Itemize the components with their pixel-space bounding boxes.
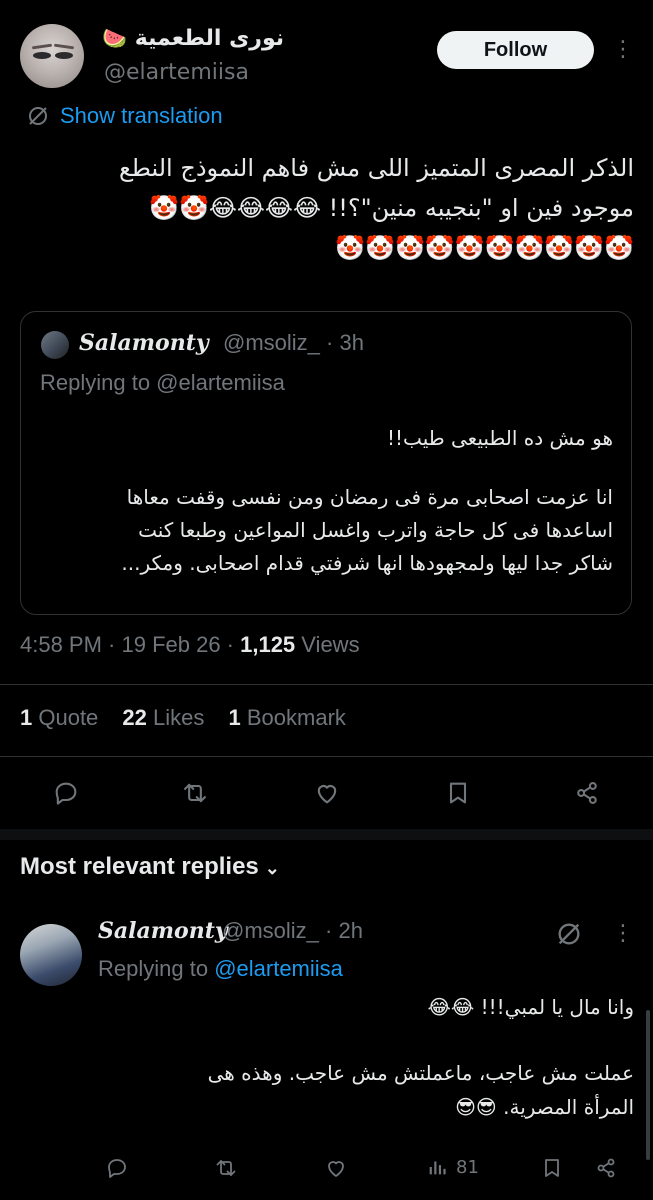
reply-share-button[interactable] (590, 1152, 622, 1184)
reply-bookmark-button[interactable] (536, 1152, 568, 1184)
reply-icon (55, 782, 77, 805)
divider (0, 684, 653, 685)
tweet-line: 🤡🤡🤡🤡🤡🤡🤡🤡🤡🤡 (335, 234, 634, 262)
replying-mention-link[interactable]: @elartemiisa (214, 956, 343, 981)
reply-line: وانا مال يا لمبي!!! 😂😂 (427, 995, 634, 1019)
translate-icon (29, 107, 47, 125)
tweet-timestamp[interactable]: 4:58 PM · 19 Feb 26 · (20, 632, 240, 657)
bookmark-icon (449, 782, 467, 804)
chevron-down-icon: ⌄ (264, 858, 280, 878)
share-icon (577, 782, 597, 804)
quoted-line: هو مش ده الطبيعى طيب!! (387, 426, 613, 450)
show-translation-label: Show translation (60, 103, 223, 128)
quoted-tweet-card[interactable]: Salamonty @msoliz_ · 3h Replying to @ela… (20, 311, 632, 615)
reply-text: وانا مال يا لمبي!!! 😂😂 عملت مش عاجب، ماع… (98, 990, 634, 1124)
replies-sort-label: Most relevant replies (20, 853, 259, 880)
quoted-tweet-text: هو مش ده الطبيعى طيب!! انا عزمت اصحابى م… (39, 422, 613, 580)
like-icon (317, 785, 337, 804)
translate-icon (558, 923, 580, 945)
tweet-text: الذكر المصرى المتميز اللى مش فاهم النموذ… (20, 148, 634, 268)
replies-sort-dropdown[interactable]: Most relevant replies ⌄ (20, 853, 280, 881)
reply-replying-to: Replying to @elartemiisa (98, 956, 343, 982)
reply-translate-button[interactable] (553, 918, 585, 950)
quoted-author-name: Salamonty (79, 330, 209, 356)
divider (0, 756, 653, 757)
share-icon (597, 1158, 615, 1178)
quoted-author-handle: @msoliz_ · 3h (223, 330, 364, 355)
reply-line: عملت مش عاجب، ماعملتش مش عاجب. وهذه هى (207, 1061, 634, 1085)
quoted-author-avatar (41, 331, 69, 359)
author-avatar[interactable] (20, 24, 84, 88)
retweet-icon (184, 783, 206, 803)
like-icon (328, 1161, 344, 1177)
reply-author-avatar[interactable] (20, 924, 82, 986)
avatar-detail (53, 43, 75, 50)
views-icon (429, 1161, 446, 1175)
reply-views-count: 81 (456, 1156, 479, 1178)
tweet-line: الذكر المصرى المتميز اللى مش فاهم النموذ… (119, 154, 634, 182)
reply-views-button[interactable]: 81 (426, 1152, 479, 1182)
reply-button[interactable] (50, 777, 82, 809)
bookmark-button[interactable] (442, 777, 474, 809)
retweet-button[interactable] (179, 777, 211, 809)
reply-author-name[interactable]: Salamonty (98, 918, 228, 944)
author-name-emoji: 🍉 (102, 26, 128, 50)
avatar-detail (31, 43, 53, 50)
author-name-text: نورى الطعمية (134, 26, 284, 51)
share-button[interactable] (571, 777, 603, 809)
follow-button[interactable]: Follow (437, 31, 594, 69)
reply-reply-button[interactable] (101, 1152, 133, 1184)
tweet-line: موجود فين او "بنجيبه منين"؟!! 😂😂😂😂🤡🤡 (149, 194, 634, 222)
avatar-detail (55, 52, 73, 59)
quoted-line: شاكر جدا ليها ولمجهودها انها شرفتي قدام … (121, 551, 613, 575)
views-count: 1,125 (240, 632, 296, 657)
replying-prefix: Replying to (98, 956, 215, 981)
more-icon[interactable]: ⋮ (612, 34, 634, 66)
scrollbar[interactable] (646, 1010, 650, 1160)
avatar-detail (33, 52, 51, 59)
like-button[interactable] (311, 777, 343, 809)
quoted-line: اساعدها فى كل حاجة واترب واغسل المواعين … (138, 518, 613, 542)
likes-stat[interactable]: 22 Likes (122, 705, 204, 730)
views-label: Views (295, 632, 360, 657)
quoted-line: انا عزمت اصحابى مرة فى رمضان ومن نفسى وق… (126, 485, 613, 509)
show-translation-link[interactable]: Show translation (26, 101, 223, 131)
reply-like-button[interactable] (320, 1152, 352, 1184)
reply-author-handle[interactable]: @msoliz_ · 2h (222, 918, 363, 944)
tweet-meta: 4:58 PM · 19 Feb 26 · 1,125 Views (20, 632, 360, 658)
quoted-replying-to: Replying to @elartemiisa (40, 370, 285, 395)
bookmark-icon (545, 1159, 559, 1177)
reply-line: المرأة المصرية. 😎😎 (455, 1095, 634, 1119)
section-separator (0, 829, 653, 840)
reply-retweet-button[interactable] (210, 1152, 242, 1184)
reply-icon (108, 1159, 126, 1178)
bookmarks-stat[interactable]: 1 Bookmark (229, 705, 346, 730)
reply-more-icon[interactable]: ⋮ (612, 918, 634, 950)
retweet-icon (216, 1160, 236, 1176)
quotes-stat[interactable]: 1 Quote (20, 705, 98, 730)
engagement-stats: 1 Quote 22 Likes 1 Bookmark (20, 705, 364, 731)
author-display-name[interactable]: نورى الطعمية 🍉 (102, 26, 284, 58)
author-handle[interactable]: @elartemiisa (104, 60, 249, 85)
